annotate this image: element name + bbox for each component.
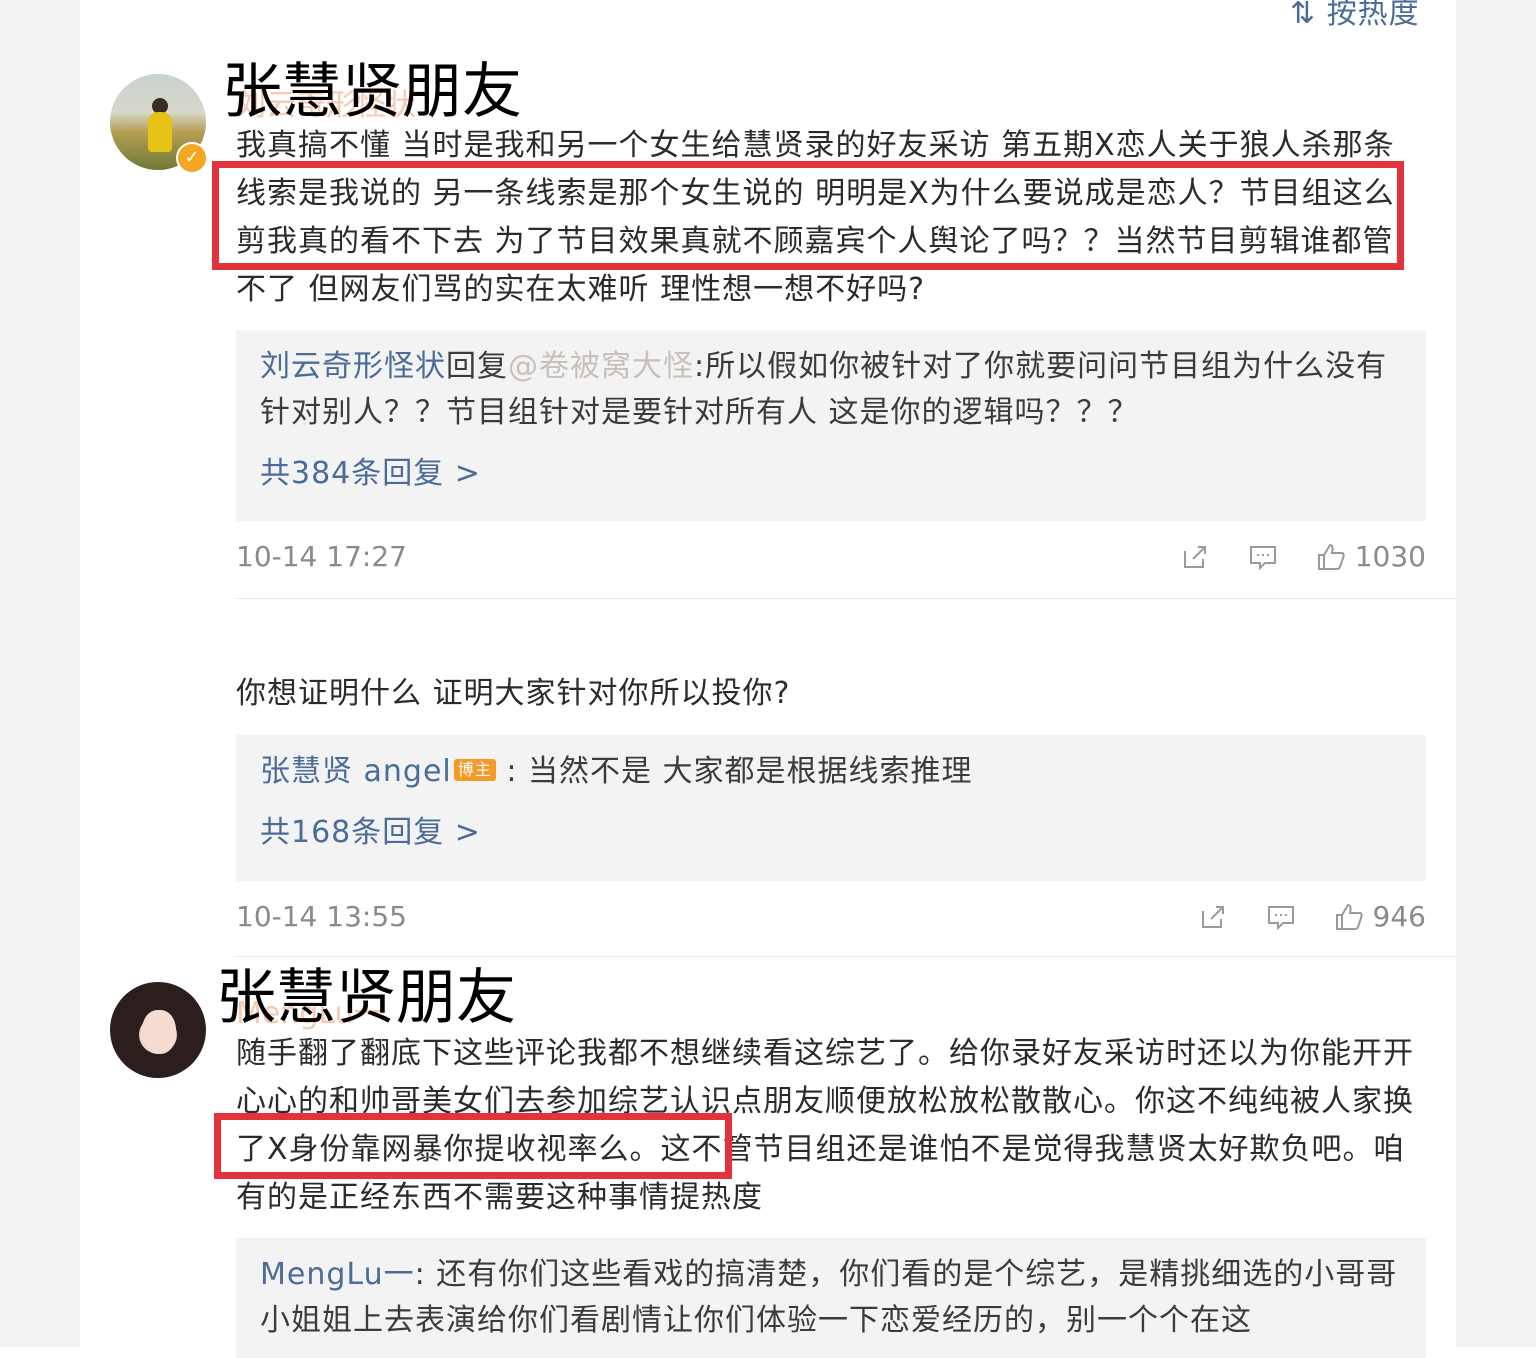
more-replies-link[interactable]: 共384条回复 > xyxy=(260,448,1402,492)
reply-preview: 张慧贤 angel 博主 : 当然不是 大家都是根据线索推理 xyxy=(260,749,1402,795)
reply-author[interactable]: 刘云奇形怪状 xyxy=(260,349,446,384)
overlay-caption: 张慧贤朋友 xyxy=(216,963,516,1033)
left-margin xyxy=(0,0,80,1347)
comment-meta: 10-14 17:27 1030 xyxy=(236,540,1426,580)
comment-meta: 10-14 13:55 946 xyxy=(236,900,1426,940)
divider xyxy=(236,598,1456,599)
comment-icon[interactable] xyxy=(1247,541,1279,573)
comment-icon[interactable] xyxy=(1265,901,1297,933)
reply-mention[interactable]: @卷被窝大怪 xyxy=(508,349,694,384)
share-icon[interactable] xyxy=(1179,541,1211,573)
like-icon[interactable] xyxy=(1333,901,1365,933)
verified-icon: ✓ xyxy=(176,142,208,174)
share-icon[interactable] xyxy=(1197,901,1229,933)
sort-label: 按热度 xyxy=(1326,0,1420,31)
host-badge: 博主 xyxy=(453,759,496,781)
reply-text: : 还有你们这些看戏的搞清楚，你们看的是个综艺，是精挑细选的小哥哥小姐姐上去表演… xyxy=(260,1257,1398,1338)
reply-preview: MengLu一: 还有你们这些看戏的搞清楚，你们看的是个综艺，是精挑细选的小哥哥… xyxy=(260,1252,1402,1344)
sort-icon: ⇅ xyxy=(1290,0,1317,31)
timestamp: 10-14 13:55 xyxy=(236,900,407,933)
reply-preview: 刘云奇形怪状回复@卷被窝大怪:所以假如你被针对了你就要问问节目组为什么没有针对别… xyxy=(260,344,1402,436)
divider xyxy=(236,956,1456,957)
overlay-caption: 张慧贤朋友 xyxy=(222,57,522,127)
comment-text: 你想证明什么 证明大家针对你所以投你? xyxy=(236,676,791,711)
reply-verb: 回复 xyxy=(446,349,508,384)
reply-text: : 当然不是 大家都是根据线索推理 xyxy=(495,754,973,789)
highlight-box xyxy=(212,161,1404,270)
like-count: 1030 xyxy=(1354,540,1426,573)
reply-author[interactable]: MengLu一 xyxy=(260,1257,415,1292)
avatar[interactable] xyxy=(110,982,206,1078)
timestamp: 10-14 17:27 xyxy=(236,540,407,573)
reply-box[interactable]: 张慧贤 angel 博主 : 当然不是 大家都是根据线索推理 共168条回复 > xyxy=(236,735,1426,881)
reply-box[interactable]: 刘云奇形怪状回复@卷被窝大怪:所以假如你被针对了你就要问问节目组为什么没有针对别… xyxy=(236,330,1426,521)
like-icon[interactable] xyxy=(1315,541,1347,573)
highlight-box xyxy=(214,1113,732,1179)
reply-author[interactable]: 张慧贤 angel xyxy=(260,754,452,789)
more-replies-link[interactable]: 共168条回复 > xyxy=(260,807,1402,851)
reply-box[interactable]: MengLu一: 还有你们这些看戏的搞清楚，你们看的是个综艺，是精挑细选的小哥哥… xyxy=(236,1238,1426,1358)
sort-button[interactable]: ⇅ 按热度 xyxy=(1290,0,1420,32)
like-count: 946 xyxy=(1372,900,1426,933)
right-margin xyxy=(1456,0,1536,1347)
